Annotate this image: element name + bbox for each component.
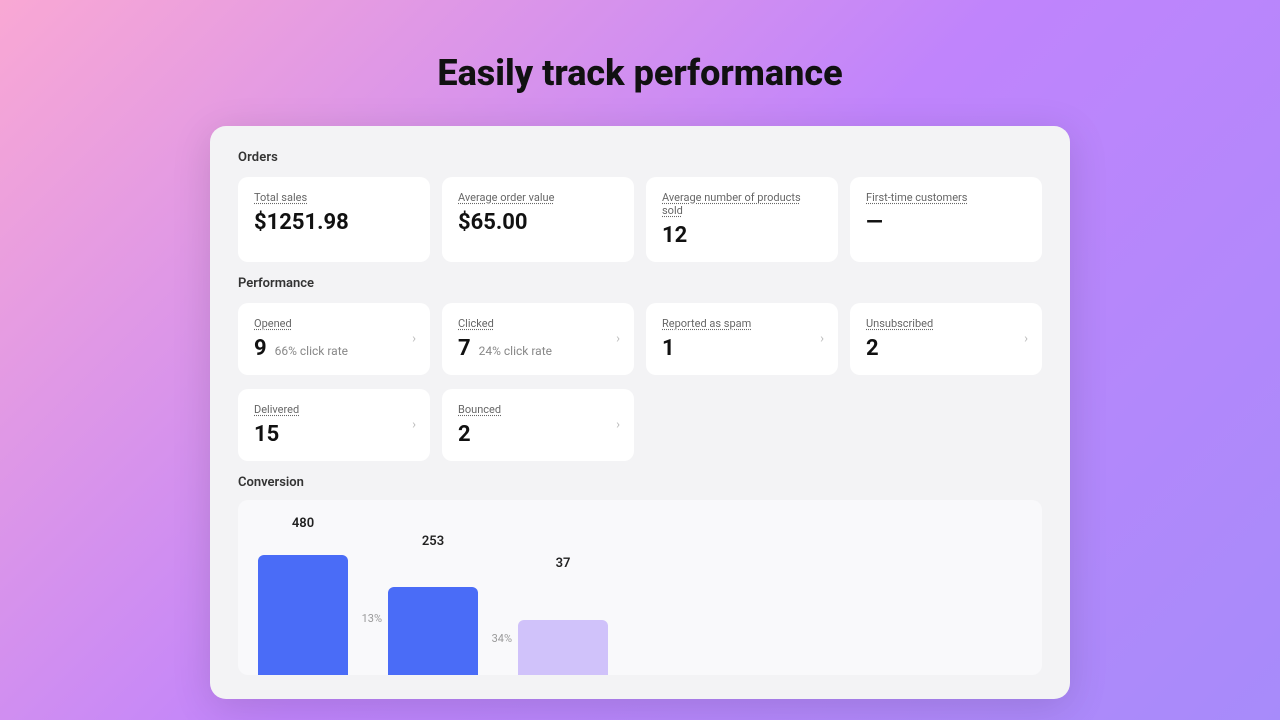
card-clicked-title: Clicked xyxy=(458,317,618,330)
card-opened-value: 9 xyxy=(254,336,267,361)
card-opened-subtext: 66% click rate xyxy=(275,344,348,358)
card-avg-products-sold[interactable]: Average number of products sold 12 xyxy=(646,177,838,262)
card-bounced-title: Bounced xyxy=(458,403,618,416)
conversion-section: Conversion 480 13% 253 34% 37 xyxy=(238,475,1042,675)
card-delivered-value: 15 xyxy=(254,422,414,447)
performance-section-label: Performance xyxy=(238,276,1042,291)
conversion-section-label: Conversion xyxy=(238,475,1042,490)
card-total-sales[interactable]: Total sales $1251.98 xyxy=(238,177,430,262)
card-delivered[interactable]: Delivered 15 › xyxy=(238,389,430,461)
bar-480 xyxy=(258,555,348,675)
bar-label-37: 37 xyxy=(556,556,571,571)
bar-pct-34: 34% xyxy=(492,632,512,645)
card-first-time-customers-title: First-time customers xyxy=(866,191,1026,204)
card-total-sales-title: Total sales xyxy=(254,191,414,204)
card-reported-spam[interactable]: Reported as spam 1 › xyxy=(646,303,838,375)
bar-37 xyxy=(518,620,608,675)
chevron-right-icon: › xyxy=(616,332,620,347)
card-unsubscribed-value: 2 xyxy=(866,336,1026,361)
card-clicked-value: 7 xyxy=(458,336,471,361)
chevron-right-icon: › xyxy=(1024,332,1028,347)
card-bounced[interactable]: Bounced 2 › xyxy=(442,389,634,461)
performance-cards-row1: Opened 9 66% click rate › Clicked 7 24% … xyxy=(238,303,1042,375)
card-avg-order-value[interactable]: Average order value $65.00 xyxy=(442,177,634,262)
card-first-time-customers-value: — xyxy=(866,210,1026,235)
conversion-chart: 480 13% 253 34% 37 xyxy=(238,500,1042,675)
card-bounced-value: 2 xyxy=(458,422,618,447)
bar-group-37: 37 xyxy=(518,516,608,675)
chevron-right-icon: › xyxy=(412,418,416,433)
card-clicked-subtext: 24% click rate xyxy=(479,344,552,358)
bar-group-480: 480 13% xyxy=(258,516,348,675)
card-reported-spam-value: 1 xyxy=(662,336,822,361)
empty-space xyxy=(646,389,838,461)
card-unsubscribed[interactable]: Unsubscribed 2 › xyxy=(850,303,1042,375)
orders-cards-row: Total sales $1251.98 Average order value… xyxy=(238,177,1042,262)
card-first-time-customers[interactable]: First-time customers — xyxy=(850,177,1042,262)
bar-label-480: 480 xyxy=(292,516,314,531)
bar-group-253: 253 34% xyxy=(388,516,478,675)
chevron-right-icon: › xyxy=(616,418,620,433)
card-avg-products-sold-value: 12 xyxy=(662,223,822,248)
card-opened[interactable]: Opened 9 66% click rate › xyxy=(238,303,430,375)
card-avg-order-value-value: $65.00 xyxy=(458,210,618,235)
card-unsubscribed-title: Unsubscribed xyxy=(866,317,1026,330)
chevron-right-icon: › xyxy=(412,332,416,347)
card-total-sales-value: $1251.98 xyxy=(254,210,414,235)
orders-section-label: Orders xyxy=(238,150,1042,165)
empty-space-2 xyxy=(850,389,1042,461)
card-avg-order-value-title: Average order value xyxy=(458,191,618,204)
bar-253 xyxy=(388,587,478,675)
card-clicked[interactable]: Clicked 7 24% click rate › xyxy=(442,303,634,375)
dashboard: Orders Total sales $1251.98 Average orde… xyxy=(210,126,1070,699)
card-delivered-title: Delivered xyxy=(254,403,414,416)
page-title: Easily track performance xyxy=(437,52,842,94)
bar-label-253: 253 xyxy=(422,534,444,549)
bar-pct-13: 13% xyxy=(362,612,382,625)
chevron-right-icon: › xyxy=(820,332,824,347)
card-avg-products-sold-title: Average number of products sold xyxy=(662,191,822,217)
performance-cards-row2: Delivered 15 › Bounced 2 › xyxy=(238,389,1042,461)
card-reported-spam-title: Reported as spam xyxy=(662,317,822,330)
card-opened-title: Opened xyxy=(254,317,414,330)
